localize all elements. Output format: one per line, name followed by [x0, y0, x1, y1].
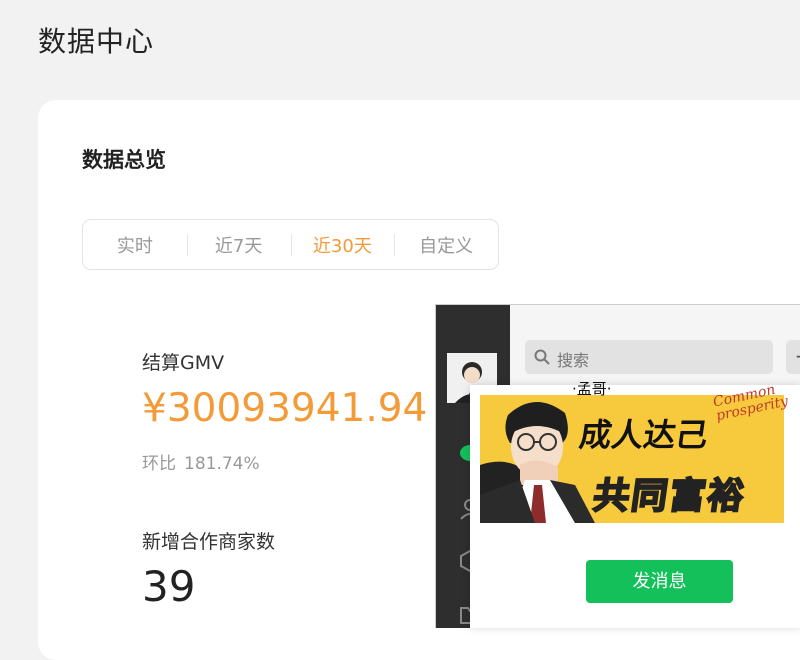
- ratio-value: 181.74%: [184, 454, 260, 474]
- add-button[interactable]: +: [786, 340, 800, 374]
- send-message-button[interactable]: 发消息: [586, 560, 733, 603]
- search-icon: [534, 349, 550, 365]
- ratio-label: 环比: [142, 454, 176, 474]
- gmv-ratio: 环比 181.74%: [142, 449, 260, 474]
- search-input[interactable]: 搜索: [525, 340, 773, 374]
- tab-custom[interactable]: 自定义: [394, 232, 498, 258]
- section-title: 数据总览: [82, 148, 166, 172]
- banner-line2: 共同富裕: [590, 475, 750, 518]
- profile-nickname: ·孟哥·: [572, 380, 612, 398]
- date-range-tabs: 实时 近7天 近30天 自定义: [82, 219, 499, 270]
- search-placeholder: 搜索: [557, 351, 590, 370]
- merchants-label: 新增合作商家数: [142, 531, 276, 553]
- gmv-label: 结算GMV: [142, 352, 225, 374]
- gmv-value: ¥30093941.94: [142, 386, 428, 431]
- page-title: 数据中心: [38, 25, 155, 58]
- banner-line1: 成人达己: [577, 416, 711, 454]
- tab-7days[interactable]: 近7天: [186, 232, 291, 258]
- merchants-value: 39: [142, 562, 196, 611]
- tab-realtime[interactable]: 实时: [83, 232, 187, 258]
- tab-30days[interactable]: 近30天: [290, 232, 395, 258]
